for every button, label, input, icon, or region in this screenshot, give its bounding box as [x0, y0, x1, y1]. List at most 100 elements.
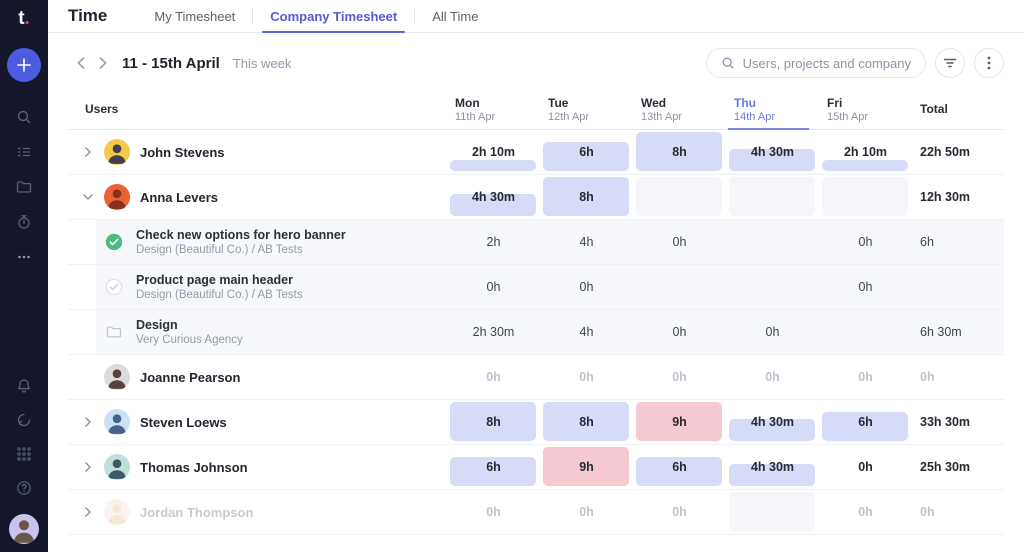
cell-tue-product-page-main-header[interactable]: 0h	[540, 265, 633, 309]
cell-thu-design[interactable]: 0h	[726, 310, 819, 354]
cell-tue-joanne-pearson[interactable]: 0h	[540, 355, 633, 399]
search-icon	[721, 56, 735, 70]
cell-wed-joanne-pearson[interactable]: 0h	[633, 355, 726, 399]
app-window: t. Time My Timesheet Company Timeshee	[0, 0, 1024, 552]
tab-company-timesheet[interactable]: Company Timesheet	[253, 0, 414, 32]
chevron-right-icon[interactable]	[80, 414, 96, 430]
cell-tue-design[interactable]: 4h	[540, 310, 633, 354]
cell-fri-john-stevens[interactable]: 2h 10m	[819, 130, 912, 174]
cell-thu-product-page-main-header[interactable]	[726, 265, 819, 309]
search-icon[interactable]	[16, 109, 32, 125]
cell-thu-joanne-pearson[interactable]: 0h	[726, 355, 819, 399]
cell-thu-john-stevens[interactable]: 4h 30m	[726, 130, 819, 174]
cell-wed-thomas-johnson[interactable]: 6h	[633, 445, 726, 489]
next-week-button[interactable]	[94, 54, 112, 72]
help-icon[interactable]	[16, 480, 32, 496]
sync-icon[interactable]	[16, 412, 32, 428]
user-name: Jordan Thompson	[140, 505, 253, 520]
hours-value: 4h 30m	[751, 460, 794, 474]
chevron-left-icon	[77, 57, 85, 69]
row-name-cell: Steven Loews	[68, 400, 447, 444]
cell-wed-design[interactable]: 0h	[633, 310, 726, 354]
cell-mon-thomas-johnson[interactable]: 6h	[447, 445, 540, 489]
table-row-product-page-main-header: Product page main headerDesign (Beautifu…	[68, 265, 1004, 310]
more-options-button[interactable]	[974, 48, 1004, 78]
hours-value: 0h	[673, 325, 687, 339]
chevron-right-icon[interactable]	[80, 459, 96, 475]
prev-week-button[interactable]	[72, 54, 90, 72]
cell-thu-thomas-johnson[interactable]: 4h 30m	[726, 445, 819, 489]
cell-tue-check-new-options-for-hero-banner[interactable]: 4h	[540, 220, 633, 264]
projects-folder-icon[interactable]	[16, 179, 32, 195]
cell-fri-steven-loews[interactable]: 6h	[819, 400, 912, 444]
cell-mon-anna-levers[interactable]: 4h 30m	[447, 175, 540, 219]
cell-fri-product-page-main-header[interactable]: 0h	[819, 265, 912, 309]
kebab-icon	[987, 56, 991, 70]
tab-all-time[interactable]: All Time	[415, 0, 495, 32]
cell-mon-product-page-main-header[interactable]: 0h	[447, 265, 540, 309]
cell-fri-jordan-thompson[interactable]: 0h	[819, 490, 912, 534]
cell-mon-john-stevens[interactable]: 2h 10m	[447, 130, 540, 174]
cell-mon-check-new-options-for-hero-banner[interactable]: 2h	[447, 220, 540, 264]
cell-thu-anna-levers[interactable]	[726, 175, 819, 219]
chevron-down-icon[interactable]	[80, 189, 96, 205]
col-header-mon[interactable]: Mon11th Apr	[447, 89, 540, 129]
list-icon[interactable]	[16, 144, 32, 160]
cell-thu-jordan-thompson[interactable]	[726, 490, 819, 534]
hours-value: 0h	[858, 460, 873, 474]
cell-wed-product-page-main-header[interactable]	[633, 265, 726, 309]
bell-icon[interactable]	[16, 378, 32, 394]
cell-fri-anna-levers[interactable]	[819, 175, 912, 219]
task-subtitle: Design (Beautiful Co.) / AB Tests	[136, 244, 346, 256]
table-row-steven-loews: Steven Loews8h8h9h4h 30m6h33h 30m	[68, 400, 1004, 445]
cell-wed-jordan-thompson[interactable]: 0h	[633, 490, 726, 534]
col-header-fri[interactable]: Fri15th Apr	[819, 89, 912, 129]
cell-tue-john-stevens[interactable]: 6h	[540, 130, 633, 174]
task-text: DesignVery Curious Agency	[136, 318, 243, 346]
timer-icon[interactable]	[16, 214, 32, 230]
tab-my-timesheet[interactable]: My Timesheet	[137, 0, 252, 32]
sidebar-nav	[16, 109, 32, 265]
apps-grid-icon[interactable]	[16, 446, 32, 462]
col-header-wed[interactable]: Wed13th Apr	[633, 89, 726, 129]
add-entry-button[interactable]	[7, 48, 41, 82]
cell-mon-design[interactable]: 2h 30m	[447, 310, 540, 354]
chevron-right-icon[interactable]	[80, 504, 96, 520]
cell-mon-jordan-thompson[interactable]: 0h	[447, 490, 540, 534]
cell-thu-check-new-options-for-hero-banner[interactable]	[726, 220, 819, 264]
hours-value: 4h	[580, 235, 594, 249]
hours-bar	[450, 160, 536, 171]
cell-total-design: 6h 30m	[912, 310, 1004, 354]
hours-value: 2h 30m	[473, 325, 515, 339]
user-profile-avatar[interactable]	[9, 514, 39, 544]
cell-thu-steven-loews[interactable]: 4h 30m	[726, 400, 819, 444]
date-range[interactable]: 11 - 15th April	[122, 55, 220, 72]
cell-wed-john-stevens[interactable]: 8h	[633, 130, 726, 174]
cell-tue-anna-levers[interactable]: 8h	[540, 175, 633, 219]
empty-placeholder-bar	[729, 492, 815, 531]
cell-tue-steven-loews[interactable]: 8h	[540, 400, 633, 444]
total-value: 33h 30m	[920, 415, 970, 429]
cell-wed-anna-levers[interactable]	[633, 175, 726, 219]
cell-total-jordan-thompson: 0h	[912, 490, 1004, 534]
chevron-right-icon[interactable]	[80, 144, 96, 160]
cell-fri-design[interactable]	[819, 310, 912, 354]
cell-fri-thomas-johnson[interactable]: 0h	[819, 445, 912, 489]
cell-tue-jordan-thompson[interactable]: 0h	[540, 490, 633, 534]
cell-total-steven-loews: 33h 30m	[912, 400, 1004, 444]
cell-total-anna-levers: 12h 30m	[912, 175, 1004, 219]
cell-mon-steven-loews[interactable]: 8h	[447, 400, 540, 444]
user-name: John Stevens	[140, 145, 225, 160]
cell-mon-joanne-pearson[interactable]: 0h	[447, 355, 540, 399]
cell-tue-thomas-johnson[interactable]: 9h	[540, 445, 633, 489]
search-input[interactable]: Users, projects and company	[706, 48, 926, 78]
col-header-thu-today[interactable]: Thu14th Apr	[726, 89, 819, 129]
cell-fri-joanne-pearson[interactable]: 0h	[819, 355, 912, 399]
cell-wed-check-new-options-for-hero-banner[interactable]: 0h	[633, 220, 726, 264]
cell-fri-check-new-options-for-hero-banner[interactable]: 0h	[819, 220, 912, 264]
cell-wed-steven-loews[interactable]: 9h	[633, 400, 726, 444]
more-icon[interactable]	[16, 249, 32, 265]
filter-button[interactable]	[935, 48, 965, 78]
avatar	[104, 184, 130, 210]
col-header-tue[interactable]: Tue12th Apr	[540, 89, 633, 129]
